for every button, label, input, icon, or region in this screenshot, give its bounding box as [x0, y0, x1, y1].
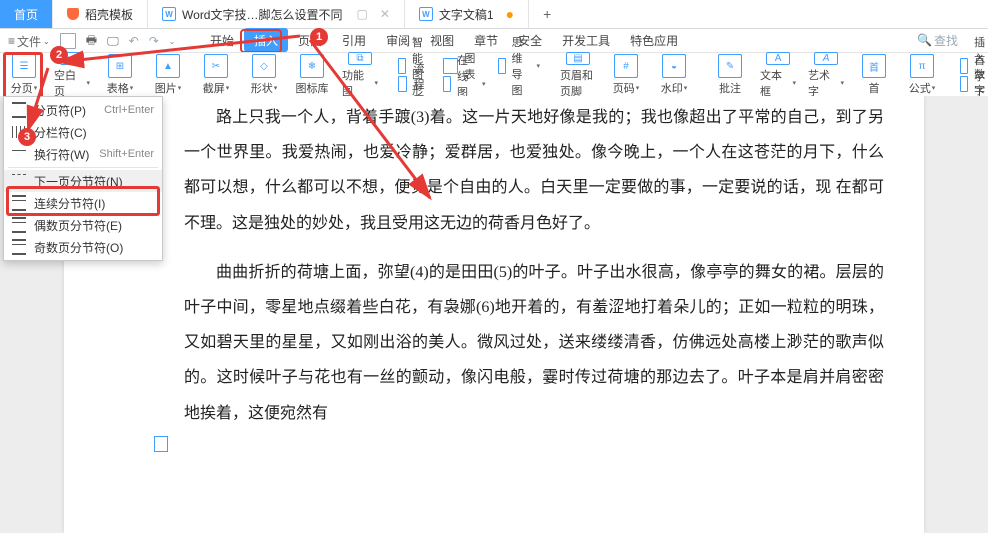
search-placeholder: 查找: [934, 32, 958, 49]
btn-pagenum[interactable]: #页码▾: [602, 53, 650, 97]
btn-flowchart[interactable]: 流程图: [398, 75, 431, 93]
dropcap-icon: 首: [862, 54, 886, 78]
annotation-badge-3: 3: [18, 128, 36, 146]
menu-even-section[interactable]: 偶数页分节符(E): [4, 214, 162, 236]
tab-dev[interactable]: 开发工具: [552, 28, 620, 52]
pagenum-icon: #: [614, 54, 638, 78]
dropcap-icon: [960, 76, 968, 92]
btn-wordart[interactable]: A艺术字▾: [802, 53, 850, 97]
tab-doc1[interactable]: W Word文字技…脚怎么设置不同 ▢ ✕: [148, 0, 405, 28]
onlinechart-icon: [443, 76, 451, 92]
annotation-badge-2: 2: [50, 46, 68, 64]
btn-headerfooter[interactable]: ▤页眉和页脚: [554, 53, 602, 97]
pagebreak-icon: ☰: [12, 54, 36, 78]
btn-table[interactable]: ⊞表格▾: [96, 53, 144, 97]
shortcut-text: Shift+Enter: [99, 148, 154, 160]
tab-insert[interactable]: 插入: [244, 28, 288, 52]
tab-new[interactable]: +: [529, 0, 565, 28]
btn-iconlib[interactable]: ❄图标库: [288, 53, 336, 97]
ribbon-search[interactable]: 🔍 查找: [917, 28, 958, 52]
ribbon: ☰ 分页▾ ▭空白页▾ ⊞表格▾ ▲图片▾ ✂截屏▾ ◇形状▾ ❄图标库 ⧉功能…: [0, 52, 988, 98]
tab-home-label: 首页: [14, 6, 38, 23]
oddsection-icon: [12, 239, 26, 255]
grp-mind: 思维导图▾ _: [492, 53, 547, 97]
evensection-icon: [12, 217, 26, 233]
word-icon: W: [162, 7, 176, 21]
plus-icon: +: [543, 6, 551, 22]
tab-doc2-label: 文字文稿1: [439, 6, 494, 23]
tab-doc1-label: Word文字技…脚怎么设置不同: [182, 6, 342, 23]
tab-home[interactable]: 首页: [0, 0, 53, 28]
btn-split-page[interactable]: ☰ 分页▾: [0, 53, 48, 97]
grp-diagrams: 智能图形 流程图: [392, 53, 437, 97]
pagebreak-dropdown: 分页符(P)Ctrl+Enter 分栏符(C) 换行符(W)Shift+Ente…: [3, 96, 163, 261]
tab-section[interactable]: 章节: [464, 28, 508, 52]
headerfooter-icon: ▤: [566, 52, 590, 65]
watermark-icon: ◒: [662, 54, 686, 78]
btn-funcpic[interactable]: ⧉功能图▾: [336, 53, 384, 97]
tab-templates[interactable]: 稻壳模板: [53, 0, 148, 28]
btn-watermark[interactable]: ◒水印▾: [650, 53, 698, 97]
grp-insert-misc1: 插入数字 首字下沉: [954, 53, 988, 97]
documents-tabbar: 首页 稻壳模板 W Word文字技…脚怎么设置不同 ▢ ✕ W 文字文稿1 ● +: [0, 0, 988, 29]
smartart-icon: [398, 58, 406, 74]
mindmap-icon: [498, 58, 506, 74]
fire-icon: [67, 8, 79, 20]
flowchart-icon: [398, 76, 407, 92]
menu-odd-section[interactable]: 奇数页分节符(O): [4, 236, 162, 258]
annotation-badge-1: 1: [310, 28, 328, 46]
btn-textbox[interactable]: A文本框▾: [754, 53, 802, 97]
linebreak-icon: [12, 150, 26, 163]
number-icon: [960, 58, 968, 74]
pagebreak-icon: [12, 102, 26, 118]
shape-icon: ◇: [252, 54, 276, 78]
tab-templates-label: 稻壳模板: [85, 6, 133, 23]
comment-icon: ▢: [357, 7, 368, 21]
table-icon: ⊞: [108, 54, 132, 78]
separator: [8, 167, 158, 168]
btn-shape[interactable]: ◇形状▾: [240, 53, 288, 97]
btn-formula[interactable]: π公式▾: [898, 53, 946, 97]
screenshot-icon: ✂: [204, 54, 228, 78]
section-marker-icon: [154, 436, 168, 452]
sectionbreak-icon: [12, 174, 26, 188]
menu-next-section[interactable]: 下一页分节符(N): [4, 170, 162, 192]
btn-screenshot[interactable]: ✂截屏▾: [192, 53, 240, 97]
tab-start[interactable]: 开始: [200, 28, 244, 52]
shortcut-text: Ctrl+Enter: [104, 104, 154, 116]
btn-comment[interactable]: ✎批注: [706, 53, 754, 97]
unsaved-dot: ●: [506, 6, 514, 22]
contsection-icon: [12, 195, 26, 211]
menu-line-break[interactable]: 换行符(W)Shift+Enter: [4, 143, 162, 165]
tab-ref[interactable]: 引用: [332, 28, 376, 52]
paragraph[interactable]: 曲曲折折的荷塘上面，弥望(4)的是田田(5)的叶子。叶子出水很高，像亭亭的舞女的…: [184, 255, 884, 431]
grp-charts: 图表 在线图表▾: [437, 53, 492, 97]
menu-cont-section[interactable]: 连续分节符(I): [4, 192, 162, 214]
btn-picture[interactable]: ▲图片▾: [144, 53, 192, 97]
tab-special[interactable]: 特色应用: [620, 28, 688, 52]
tab-doc2[interactable]: W 文字文稿1 ●: [405, 0, 529, 28]
wordart-icon: A: [814, 52, 838, 65]
menu-page-break[interactable]: 分页符(P)Ctrl+Enter: [4, 99, 162, 121]
btn-mindmap[interactable]: 思维导图▾: [498, 57, 541, 75]
btn-dropcap[interactable]: 首首: [850, 53, 898, 97]
funcpic-icon: ⧉: [348, 52, 372, 65]
textbox-icon: A: [766, 52, 790, 65]
document-page[interactable]: 路上只我一个人，背着手踱(3)着。这一片天地好像是我的；我也像超出了平常的自己，…: [64, 96, 924, 533]
btn-dropcap2[interactable]: 首字下沉: [960, 75, 988, 93]
iconlib-icon: ❄: [300, 54, 324, 78]
picture-icon: ▲: [156, 54, 180, 78]
comment-icon: ✎: [718, 54, 742, 78]
word-icon: W: [419, 7, 433, 21]
paragraph[interactable]: 路上只我一个人，背着手踱(3)着。这一片天地好像是我的；我也像超出了平常的自己，…: [184, 100, 884, 241]
btn-onlinechart[interactable]: 在线图表▾: [443, 75, 486, 93]
ribbon-tabs: 开始 插入 页面 引用 审阅 视图 章节 安全 开发工具 特色应用 🔍 查找: [0, 28, 988, 52]
close-icon[interactable]: ✕: [380, 7, 390, 21]
formula-icon: π: [910, 54, 934, 78]
